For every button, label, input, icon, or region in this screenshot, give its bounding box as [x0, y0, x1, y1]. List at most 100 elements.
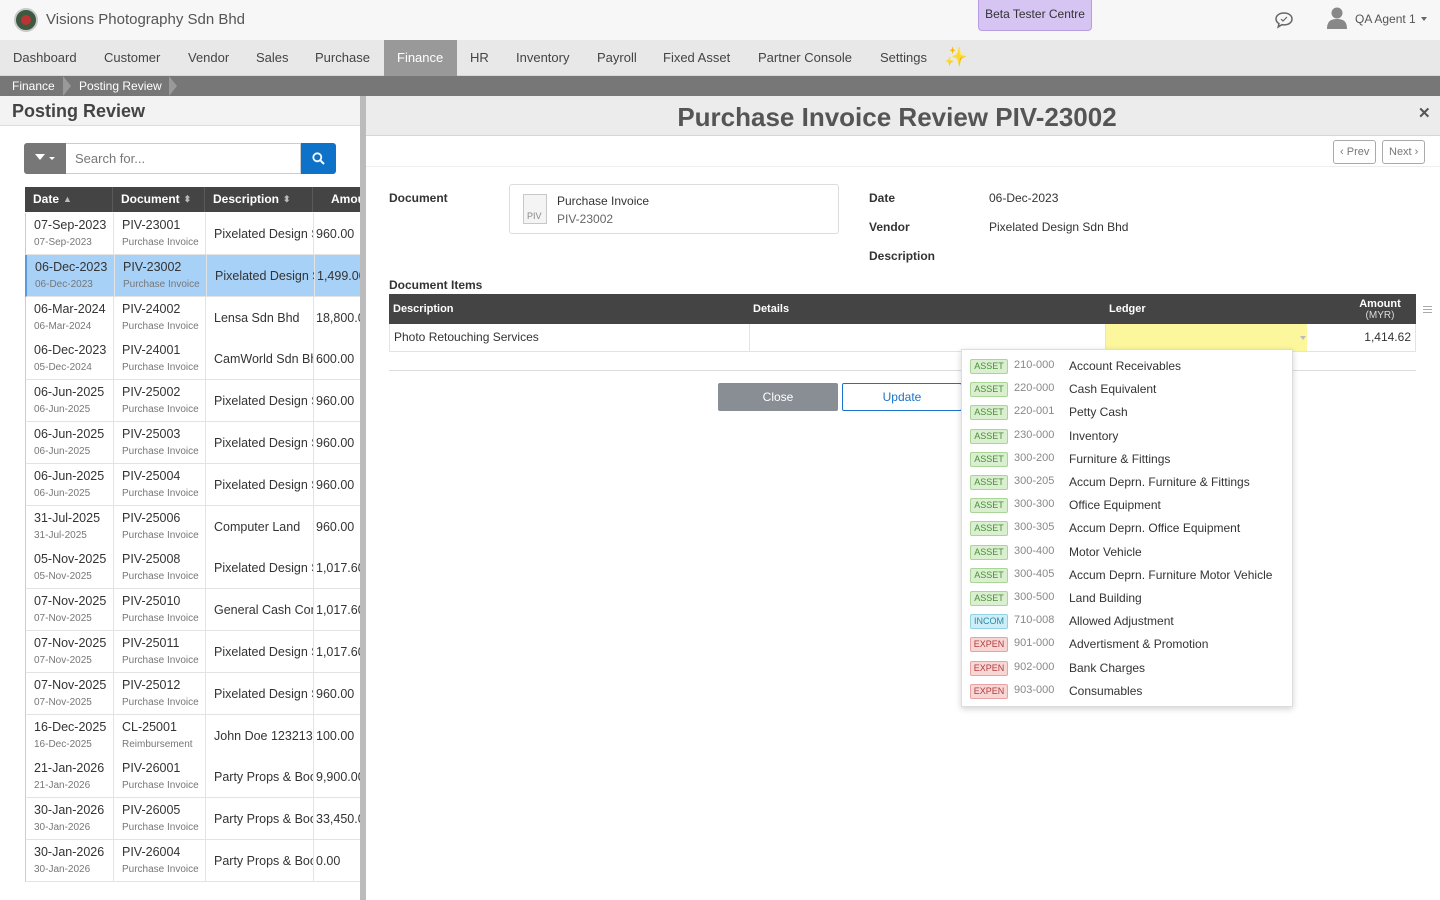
- ledger-option[interactable]: ASSET 300-205 Accum Deprn. Furniture & Fit…: [962, 471, 1292, 494]
- item-description: Photo Retouching Services: [394, 330, 539, 344]
- column-menu-icon[interactable]: [1423, 306, 1432, 313]
- company-logo[interactable]: [14, 8, 38, 32]
- account-type-badge: ASSET: [970, 475, 1008, 490]
- nav-dashboard[interactable]: Dashboard: [0, 40, 90, 76]
- ledger-option[interactable]: ASSET 210-000 Account Receivables: [962, 355, 1292, 378]
- filter-button[interactable]: [24, 143, 66, 174]
- ledger-option[interactable]: ASSET 300-305 Accum Deprn. Office Equipmen…: [962, 517, 1292, 540]
- top-bar: Visions Photography Sdn Bhd Beta Tester …: [0, 0, 1440, 40]
- next-button[interactable]: Next ›: [1382, 140, 1426, 164]
- table-row[interactable]: 31-Jul-2025 31-Jul-2025 PIV-25006 Purchase …: [25, 505, 360, 548]
- user-avatar-icon[interactable]: [1326, 6, 1348, 30]
- breadcrumb-separator-icon: [169, 76, 177, 96]
- column-date[interactable]: Date ▲: [25, 187, 113, 212]
- chevron-down-icon[interactable]: [1300, 336, 1306, 340]
- ledger-select[interactable]: [1106, 324, 1307, 351]
- nav-payroll[interactable]: Payroll: [584, 40, 650, 76]
- table-row[interactable]: 05-Nov-2025 05-Nov-2025 PIV-25008 Purchase …: [25, 547, 360, 590]
- nav-fixed-asset[interactable]: Fixed Asset: [650, 40, 743, 76]
- ledger-option[interactable]: ASSET 300-500 Land Building: [962, 587, 1292, 610]
- row-document: PIV-25012: [122, 677, 181, 692]
- table-row[interactable]: 21-Jan-2026 21-Jan-2026 PIV-26001 Purchase …: [25, 756, 360, 799]
- search-input[interactable]: [66, 143, 301, 174]
- nav-vendor[interactable]: Vendor: [175, 40, 242, 76]
- row-document-type: Purchase Invoice: [122, 237, 199, 248]
- account-type-badge: ASSET: [970, 521, 1008, 537]
- search-button[interactable]: [301, 143, 336, 174]
- nav-settings[interactable]: Settings: [867, 40, 940, 76]
- row-date: 31-Jul-2025: [34, 510, 101, 525]
- row-date: 07-Sep-2023: [34, 218, 107, 232]
- account-code: 300-205: [1014, 475, 1055, 487]
- items-table-header: Description Details Ledger Amount (MYR): [389, 294, 1416, 324]
- beta-tester-button[interactable]: Beta Tester Centre: [978, 0, 1092, 31]
- nav-purchase[interactable]: Purchase: [302, 40, 383, 76]
- row-document: PIV-23002: [123, 259, 182, 274]
- table-row[interactable]: 06-Jun-2025 06-Jun-2025 PIV-25002 Purchase …: [25, 380, 360, 423]
- ledger-option[interactable]: INCOM 710-008 Allowed Adjustment: [962, 610, 1292, 633]
- close-button[interactable]: Close: [718, 383, 838, 411]
- ledger-option[interactable]: ASSET 300-200 Furniture & Fittings: [962, 448, 1292, 471]
- table-row[interactable]: 06-Dec-2023 05-Dec-2024 PIV-24001 Purchase …: [25, 338, 360, 381]
- row-amount: 9,900.00: [316, 770, 360, 785]
- column-amount[interactable]: Amount: [323, 187, 360, 212]
- ledger-option[interactable]: EXPEN 901-000 Advertisment & Promotion: [962, 633, 1292, 656]
- chat-icon[interactable]: [1274, 10, 1294, 30]
- row-date-sub: 30-Jan-2026: [34, 864, 91, 875]
- ledger-option[interactable]: ASSET 220-000 Cash Equivalent: [962, 378, 1292, 401]
- nav-partner-console[interactable]: Partner Console: [745, 40, 865, 76]
- table-row[interactable]: 06-Dec-2023 06-Dec-2023 PIV-23002 Purchase …: [25, 254, 360, 297]
- row-document: PIV-25003: [122, 427, 181, 441]
- search-icon: [312, 152, 325, 165]
- table-row[interactable]: 06-Jun-2025 06-Jun-2025 PIV-25004 Purchase …: [25, 463, 360, 506]
- posting-review-panel: Posting Review Date▲ Document⬍ Descripti…: [0, 96, 360, 900]
- table-row[interactable]: 30-Jan-2026 30-Jan-2026 PIV-26005 Purchase …: [25, 798, 360, 841]
- item-details[interactable]: [750, 324, 1106, 351]
- table-row[interactable]: 07-Sep-2023 07-Sep-2023 PIV-23001 Purchase …: [25, 213, 360, 255]
- breadcrumb-finance[interactable]: Finance: [12, 76, 55, 96]
- table-row[interactable]: 07-Nov-2025 07-Nov-2025 PIV-25010 Purchase …: [25, 589, 360, 632]
- account-code: 902-000: [1014, 660, 1055, 673]
- nav-customer[interactable]: Customer: [91, 40, 173, 76]
- sparkle-icon[interactable]: ✨: [944, 45, 968, 69]
- breadcrumb: Finance Posting Review: [0, 76, 1440, 96]
- nav-inventory[interactable]: Inventory: [503, 40, 582, 76]
- account-name: Advertisment & Promotion: [1069, 637, 1209, 652]
- table-row[interactable]: 07-Nov-2025 07-Nov-2025 PIV-25012 Purchase …: [25, 672, 360, 715]
- table-row[interactable]: 07-Nov-2025 07-Nov-2025 PIV-25011 Purchase …: [25, 631, 360, 673]
- account-code: 220-000: [1014, 382, 1055, 395]
- nav-finance[interactable]: Finance: [384, 40, 457, 76]
- nav-hr[interactable]: HR: [457, 40, 502, 76]
- row-description: Pixelated Design Sdn Bhd: [214, 561, 313, 576]
- row-date-sub: 16-Dec-2025: [34, 738, 92, 750]
- column-document[interactable]: Document ⬍: [113, 187, 205, 212]
- ledger-option[interactable]: ASSET 220-001 Petty Cash: [962, 401, 1292, 424]
- account-type-badge: INCOM: [970, 614, 1008, 630]
- row-date-sub: 06-Jun-2025: [34, 404, 91, 416]
- table-row[interactable]: 16-Dec-2025 16-Dec-2025 CL-25001 Reimbursem…: [25, 714, 360, 757]
- row-amount: 1,499.00: [317, 268, 360, 283]
- update-button[interactable]: Update: [842, 383, 962, 411]
- user-menu[interactable]: QA Agent 1: [1355, 12, 1416, 26]
- panel-splitter[interactable]: [360, 96, 366, 900]
- ledger-option[interactable]: EXPEN 902-000 Bank Charges: [962, 657, 1292, 680]
- row-document: PIV-26005: [122, 803, 181, 818]
- table-row[interactable]: 06-Mar-2024 06-Mar-2024 PIV-24002 Purchase …: [25, 296, 360, 339]
- account-type-badge: ASSET: [970, 405, 1008, 421]
- table-row[interactable]: 06-Jun-2025 06-Jun-2025 PIV-25003 Purchase …: [25, 422, 360, 464]
- column-description[interactable]: Description ⬍: [205, 187, 313, 212]
- ledger-option[interactable]: ASSET 300-405 Accum Deprn. Furniture Motor…: [962, 564, 1292, 587]
- ledger-option[interactable]: ASSET 300-400 Motor Vehicle: [962, 541, 1292, 564]
- close-icon[interactable]: ✕: [1418, 104, 1431, 122]
- ledger-option[interactable]: EXPEN 903-000 Consumables: [962, 680, 1292, 703]
- ledger-option[interactable]: ASSET 300-300 Office Equipment: [962, 494, 1292, 517]
- nav-sales[interactable]: Sales: [243, 40, 302, 76]
- user-menu-caret-icon[interactable]: [1421, 17, 1427, 21]
- prev-button[interactable]: ‹ Prev: [1333, 140, 1377, 164]
- account-name: Accum Deprn. Office Equipment: [1069, 521, 1241, 536]
- table-row[interactable]: 30-Jan-2026 30-Jan-2026 PIV-26004 Purchase …: [25, 840, 360, 882]
- document-card[interactable]: PIV Purchase Invoice PIV-23002: [509, 184, 839, 234]
- breadcrumb-posting-review[interactable]: Posting Review: [79, 76, 162, 96]
- row-description: Pixelated Design Sdn Bhd: [214, 227, 313, 241]
- ledger-option[interactable]: ASSET 230-000 Inventory: [962, 425, 1292, 448]
